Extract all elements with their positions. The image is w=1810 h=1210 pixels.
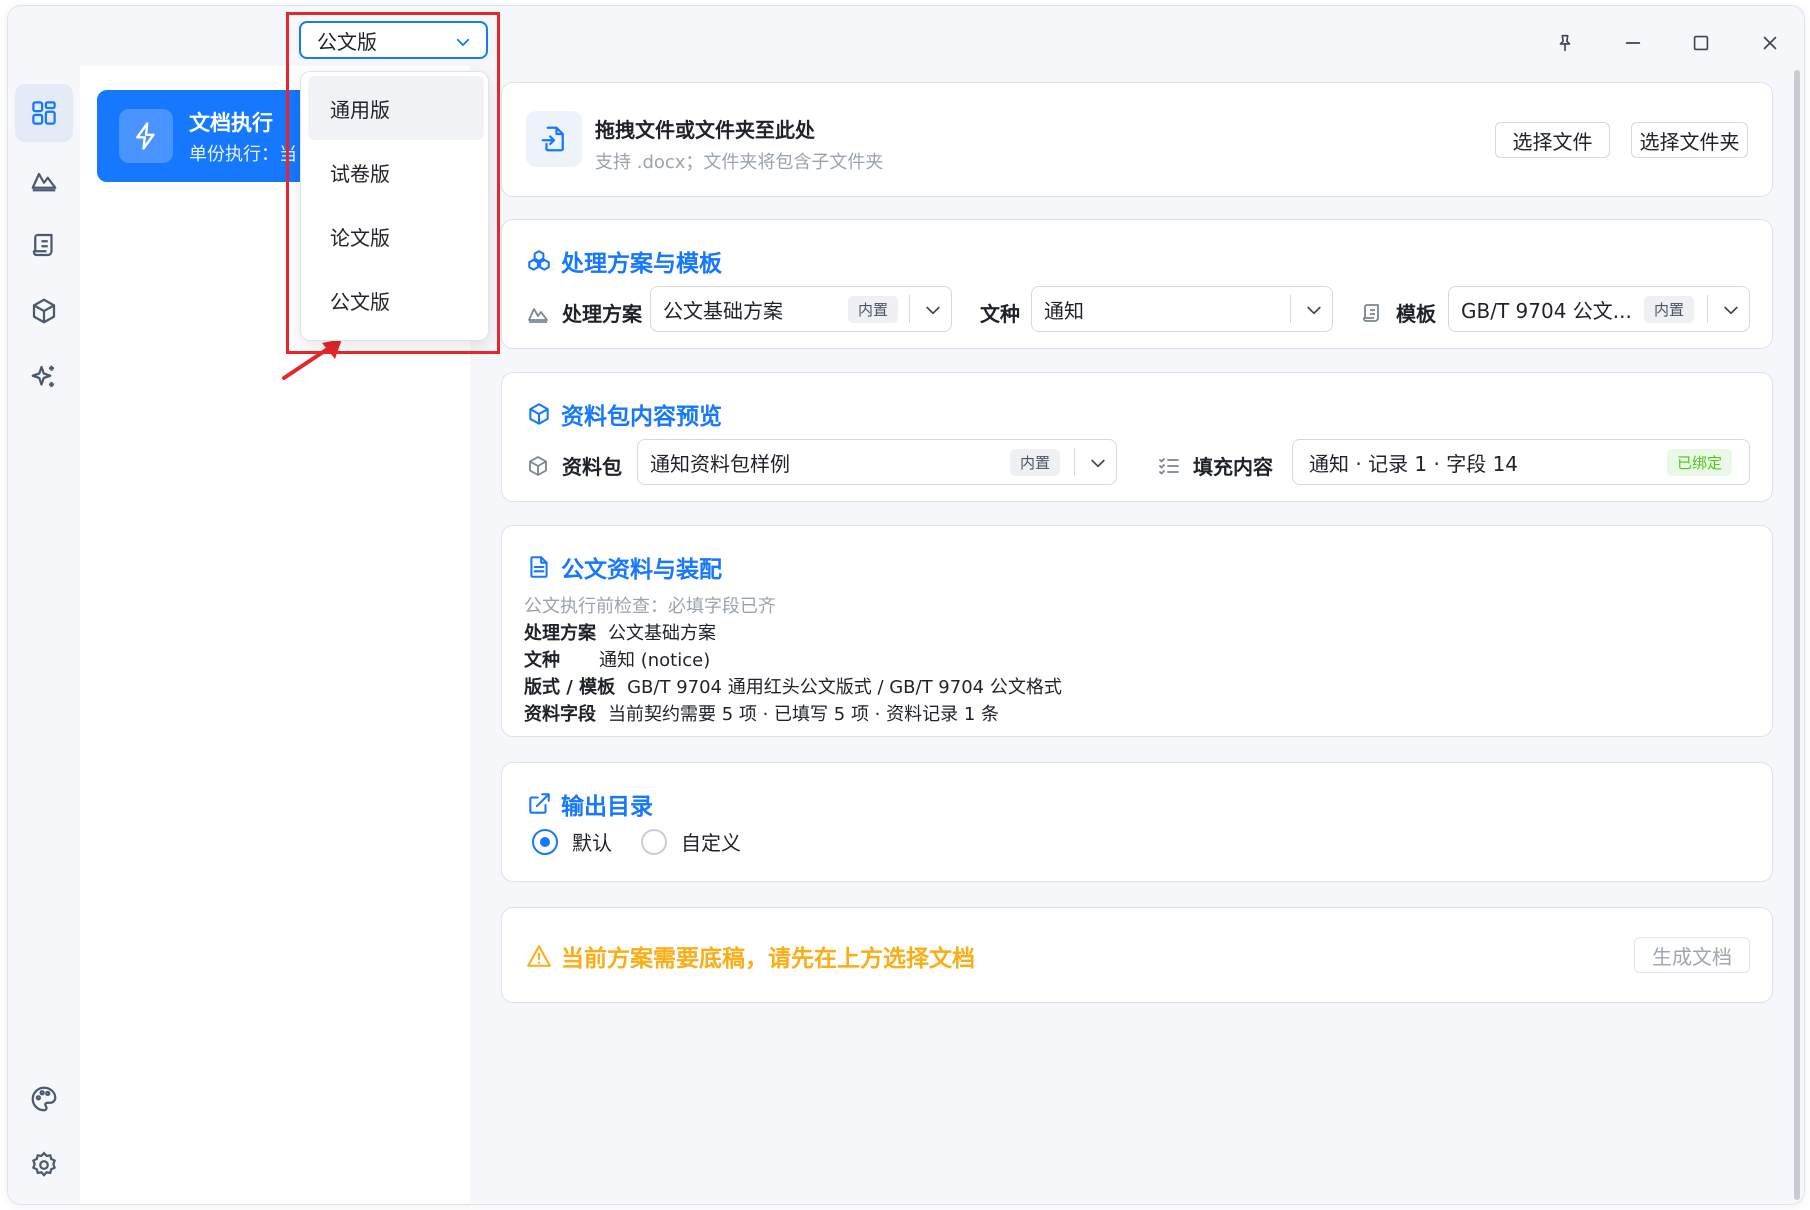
nav-plans[interactable] — [15, 150, 73, 208]
maximize-button[interactable] — [1681, 26, 1721, 60]
output-dir-card: 输出目录 默认 自定义 — [501, 762, 1773, 882]
version-option-official[interactable]: 公文版 — [308, 268, 484, 332]
nav-ai[interactable] — [15, 348, 73, 406]
box-icon — [32, 298, 56, 324]
plan-select[interactable]: 公文基础方案 内置 — [650, 286, 952, 332]
bound-status-badge: 已绑定 — [1667, 449, 1733, 476]
chevron-down-icon — [1307, 306, 1321, 315]
close-icon — [1763, 36, 1777, 50]
plan-section-title: 处理方案与模板 — [526, 244, 722, 278]
palette-icon — [31, 1086, 57, 1112]
version-option-general[interactable]: 通用版 — [308, 76, 484, 140]
grid-icon — [32, 101, 56, 125]
chevron-down-icon — [926, 306, 940, 315]
builtin-tag: 内置 — [1644, 296, 1695, 323]
choose-file-button[interactable]: 选择文件 — [1495, 122, 1610, 158]
version-dropdown-menu: 通用版 试卷版 论文版 公文版 — [300, 71, 489, 341]
task-card-document-execute[interactable]: 文档执行 单份执行：当 — [97, 90, 307, 182]
precheck-status: 公文执行前检查：必填字段已齐 — [524, 596, 776, 617]
scroll-icon — [1363, 303, 1379, 322]
plan-template-card: 处理方案与模板 处理方案 公文基础方案 内置 文种 通知 模板 GB/T 970… — [501, 219, 1773, 349]
minimize-icon — [1625, 42, 1641, 44]
package-label: 资料包 — [526, 451, 622, 480]
minimize-button[interactable] — [1613, 26, 1653, 60]
cubes-icon — [528, 250, 550, 271]
template-label: 模板 — [1360, 298, 1436, 327]
nav-templates[interactable] — [15, 216, 73, 274]
warning-message: 当前方案需要底稿，请先在上方选择文档 — [526, 939, 975, 973]
package-preview-card: 资料包内容预览 资料包 通知资料包样例 内置 填充内容 通知 · 记录 1 · … — [501, 372, 1773, 502]
template-select[interactable]: GB/T 9704 公文... 内置 — [1448, 286, 1750, 332]
output-default-radio[interactable]: 默认 — [532, 827, 612, 856]
drop-title: 拖拽文件或文件夹至此处 — [595, 118, 815, 142]
output-section-title: 输出目录 — [526, 787, 653, 821]
version-option-paper[interactable]: 论文版 — [308, 204, 484, 268]
box-icon — [529, 455, 547, 476]
builtin-tag: 内置 — [1010, 449, 1061, 476]
box-icon — [529, 403, 549, 425]
doctype-label: 文种 — [980, 302, 1020, 326]
mountain-icon — [31, 172, 57, 192]
nav-theme[interactable] — [15, 1070, 73, 1128]
action-card: 当前方案需要底稿，请先在上方选择文档 生成文档 — [501, 907, 1773, 1003]
drop-hint: 支持 .docx；文件夹将包含子文件夹 — [595, 152, 884, 173]
app-window: 文档执行 单份执行：当 拖拽文件或文件夹至此处 支持 .docx；文件夹将包含子… — [7, 5, 1805, 1205]
chevron-down-icon — [1724, 306, 1738, 315]
mountain-icon — [528, 307, 548, 323]
file-import-icon — [526, 111, 582, 167]
pin-button[interactable] — [1545, 26, 1585, 60]
package-select[interactable]: 通知资料包样例 内置 — [637, 439, 1117, 485]
builtin-tag: 内置 — [848, 296, 899, 323]
external-link-icon — [529, 793, 550, 814]
fill-content-label: 填充内容 — [1157, 451, 1273, 480]
generate-document-button[interactable]: 生成文档 — [1634, 937, 1750, 973]
warning-icon — [527, 945, 551, 967]
choose-folder-button[interactable]: 选择文件夹 — [1631, 122, 1748, 158]
package-section-title: 资料包内容预览 — [526, 397, 722, 431]
nav-packages[interactable] — [15, 282, 73, 340]
scrollbar[interactable] — [1794, 70, 1800, 1200]
drop-area-card[interactable]: 拖拽文件或文件夹至此处 支持 .docx；文件夹将包含子文件夹 选择文件 选择文… — [501, 82, 1773, 197]
version-option-exam[interactable]: 试卷版 — [308, 140, 484, 204]
document-icon — [530, 556, 548, 578]
red-arrow-annotation — [282, 339, 342, 380]
fill-content-field: 通知 · 记录 1 · 字段 14 已绑定 — [1292, 439, 1750, 485]
assembly-section-title: 公文资料与装配 — [526, 550, 722, 584]
version-select[interactable]: 公文版 — [299, 21, 488, 59]
gear-icon — [31, 1151, 57, 1177]
chevron-down-icon — [456, 38, 470, 46]
output-custom-radio[interactable]: 自定义 — [641, 827, 741, 856]
nav-dashboard[interactable] — [15, 84, 73, 142]
close-button[interactable] — [1750, 26, 1790, 60]
maximize-icon — [1693, 35, 1709, 51]
task-title: 文档执行 — [189, 111, 273, 135]
sparkle-icon — [31, 365, 54, 387]
info-line-template: 版式 / 模板 GB/T 9704 通用红头公文版式 / GB/T 9704 公文… — [524, 677, 1062, 698]
task-subtitle: 单份执行：当 — [189, 144, 297, 165]
checklist-icon — [1159, 457, 1179, 474]
plan-label: 处理方案 — [526, 298, 642, 327]
pin-icon — [1559, 34, 1571, 52]
scroll-icon — [32, 233, 53, 257]
radio-checked-icon — [532, 828, 558, 855]
nav-settings[interactable] — [15, 1136, 73, 1194]
lightning-icon — [119, 109, 173, 163]
info-line-plan: 处理方案 公文基础方案 — [524, 623, 716, 644]
info-line-fields: 资料字段 当前契约需要 5 项 · 已填写 5 项 · 资料记录 1 条 — [524, 704, 1000, 725]
icon-rail — [8, 66, 80, 1204]
chevron-down-icon — [1091, 459, 1105, 468]
assembly-card: 公文资料与装配 公文执行前检查：必填字段已齐 处理方案 公文基础方案 文种 通知 (… — [501, 525, 1773, 737]
doctype-select[interactable]: 通知 — [1031, 286, 1333, 332]
info-line-doctype: 文种 通知 (notice) — [524, 650, 711, 671]
radio-unchecked-icon — [641, 828, 667, 855]
